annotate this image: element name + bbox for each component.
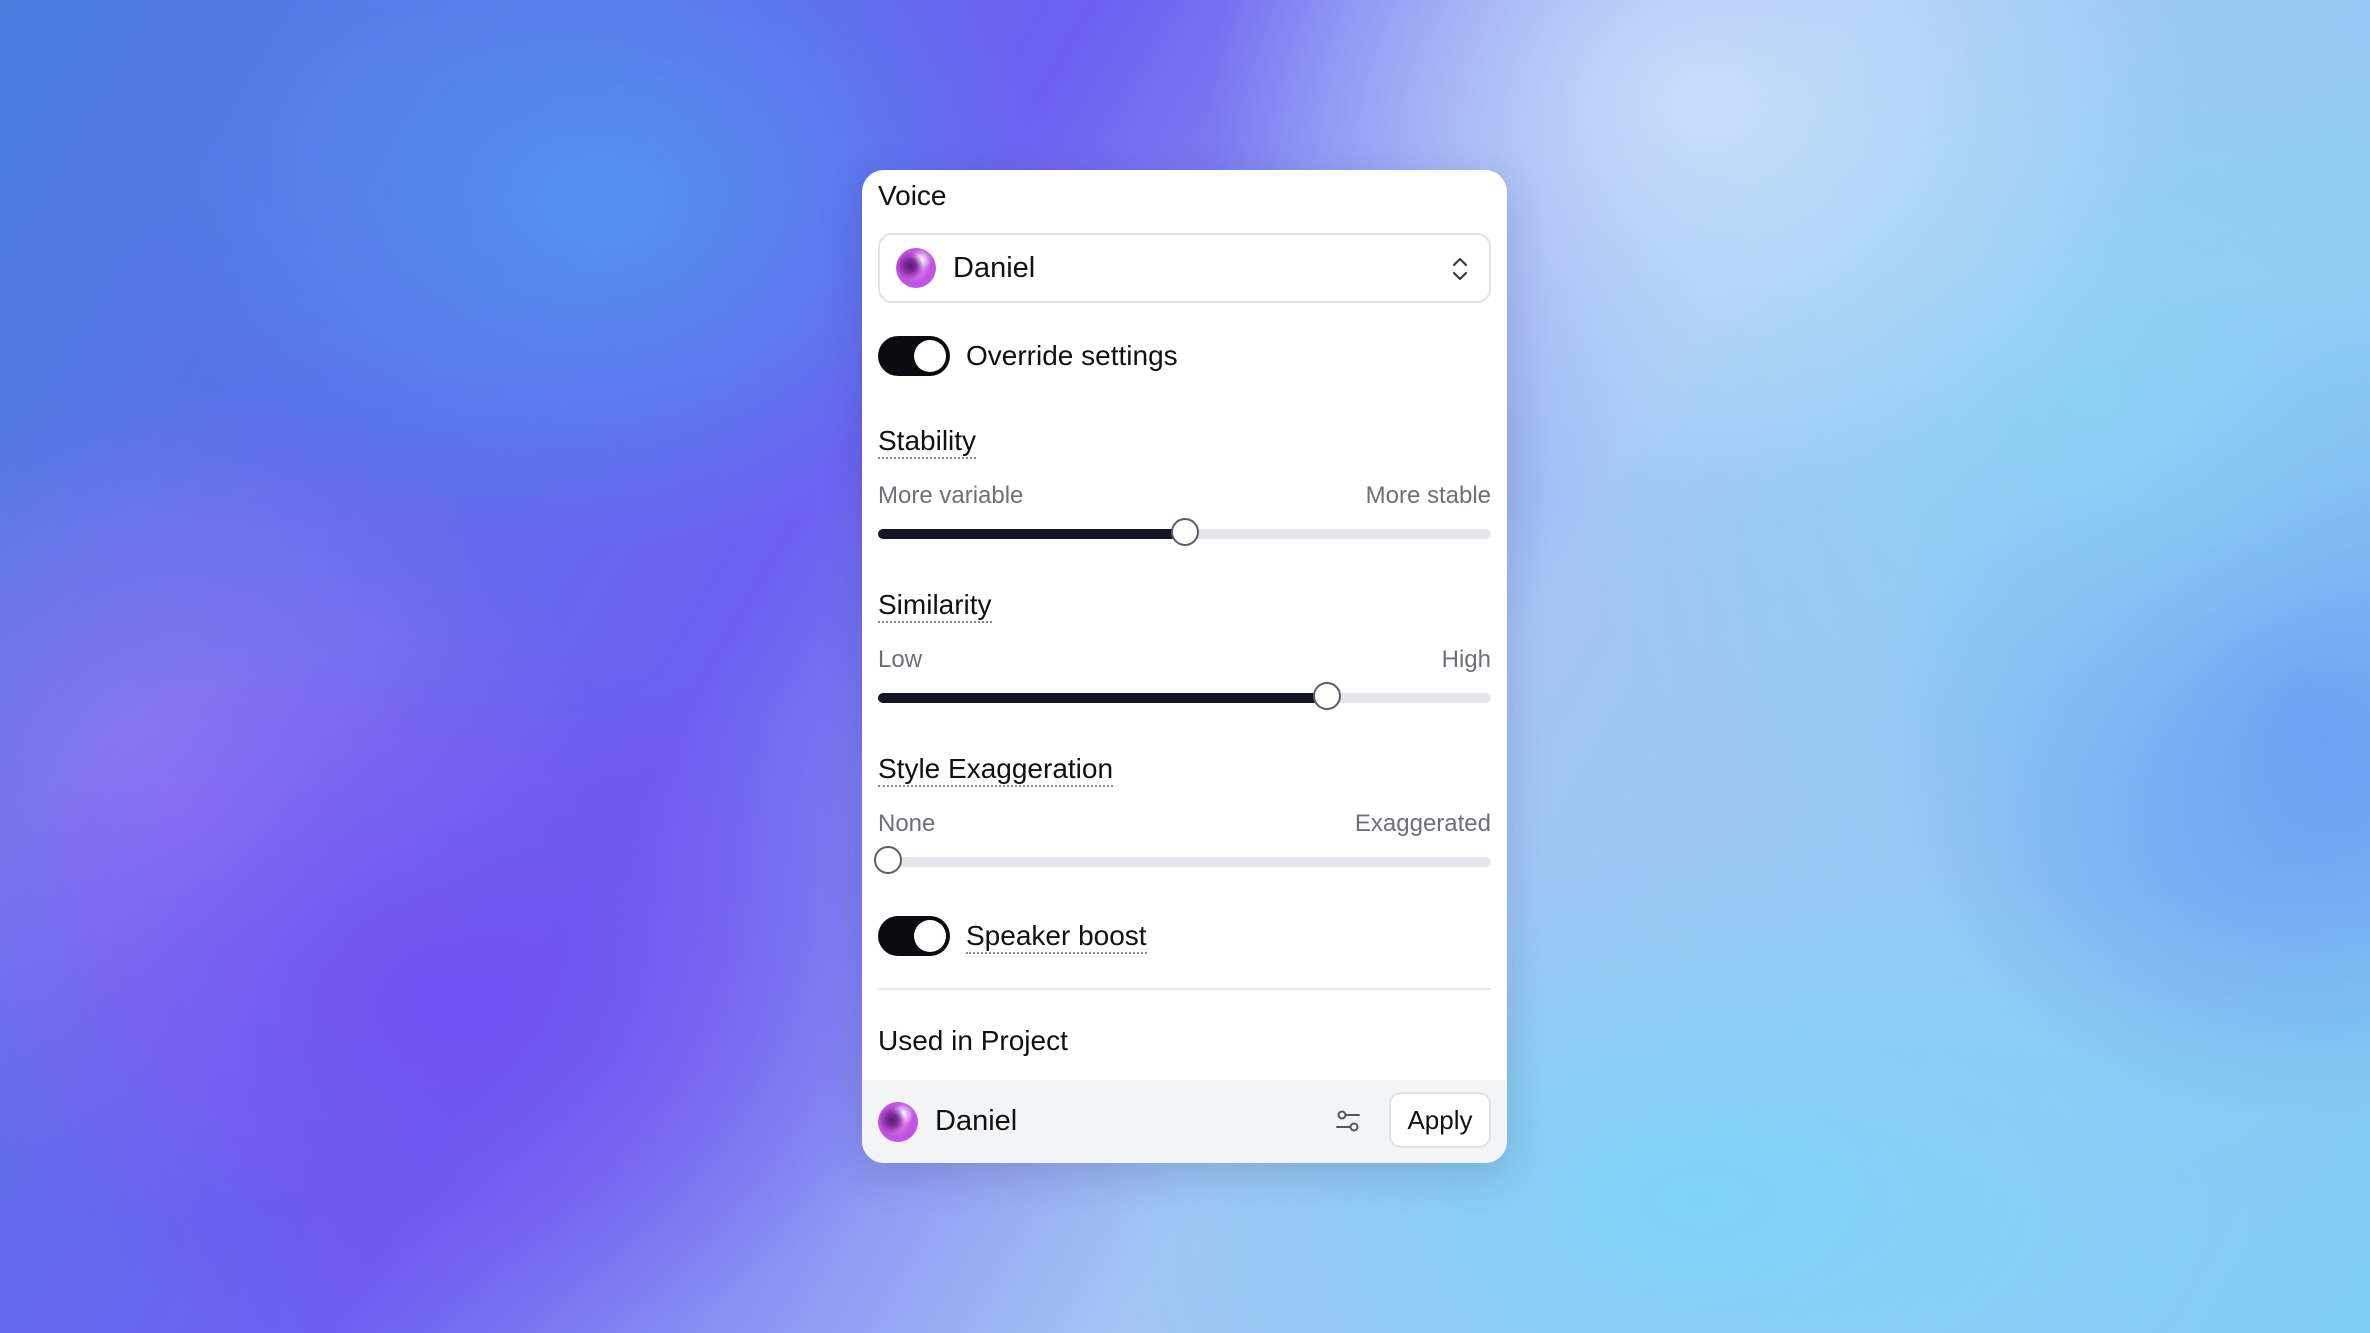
project-voice-name: Daniel — [935, 1105, 1018, 1137]
speaker-boost-label: Speaker boost — [966, 920, 1147, 954]
stability-title: Stability — [878, 425, 977, 459]
voice-select-value: Daniel — [953, 251, 1036, 284]
override-settings-label: Override settings — [966, 340, 1178, 371]
style-exaggeration-title-text: Style Exaggeration — [878, 753, 1114, 787]
similarity-slider-thumb[interactable] — [1312, 682, 1341, 710]
stability-slider[interactable] — [878, 518, 1491, 546]
override-settings-row: Override settings — [878, 336, 1178, 376]
similarity-min-label: Low — [878, 646, 923, 673]
stability-range-labels: More variable More stable — [878, 482, 1491, 510]
style-exaggeration-title: Style Exaggeration — [878, 753, 1114, 787]
stability-slider-fill — [878, 529, 1185, 539]
stability-slider-thumb[interactable] — [1170, 518, 1199, 546]
divider — [878, 988, 1491, 990]
apply-button[interactable]: Apply — [1389, 1092, 1491, 1148]
toggle-knob — [914, 920, 946, 952]
voice-settings-panel: Voice Daniel Override settings Stability… — [862, 170, 1507, 1163]
project-voice-row: Daniel Apply — [862, 1080, 1507, 1163]
similarity-slider[interactable] — [878, 682, 1491, 710]
similarity-max-label: High — [1441, 646, 1491, 673]
toggle-knob — [914, 340, 946, 372]
style-exaggeration-slider-thumb[interactable] — [874, 846, 902, 874]
chevron-up-down-icon — [1452, 257, 1468, 281]
similarity-title: Similarity — [878, 589, 992, 623]
stability-min-label: More variable — [878, 482, 1024, 509]
style-exaggeration-max-label: Exaggerated — [1354, 810, 1491, 837]
project-voice-avatar-icon — [878, 1101, 918, 1142]
similarity-slider-fill — [878, 693, 1327, 703]
voice-select[interactable]: Daniel — [878, 233, 1491, 303]
style-exaggeration-min-label: None — [878, 810, 936, 837]
sliders-icon[interactable] — [1334, 1107, 1362, 1135]
similarity-title-text: Similarity — [878, 589, 992, 623]
speaker-boost-row: Speaker boost — [878, 916, 1147, 956]
stability-title-text: Stability — [878, 425, 977, 459]
style-exaggeration-slider[interactable] — [874, 846, 1491, 874]
used-in-project-title: Used in Project — [878, 1025, 1068, 1056]
override-settings-toggle[interactable] — [878, 336, 950, 376]
voice-avatar-icon — [896, 248, 936, 288]
similarity-range-labels: Low High — [878, 646, 1491, 674]
style-exaggeration-range-labels: None Exaggerated — [878, 810, 1491, 838]
voice-title: Voice — [878, 180, 947, 211]
speaker-boost-toggle[interactable] — [878, 916, 950, 956]
stability-max-label: More stable — [1365, 482, 1491, 509]
speaker-boost-label-text: Speaker boost — [966, 920, 1147, 954]
